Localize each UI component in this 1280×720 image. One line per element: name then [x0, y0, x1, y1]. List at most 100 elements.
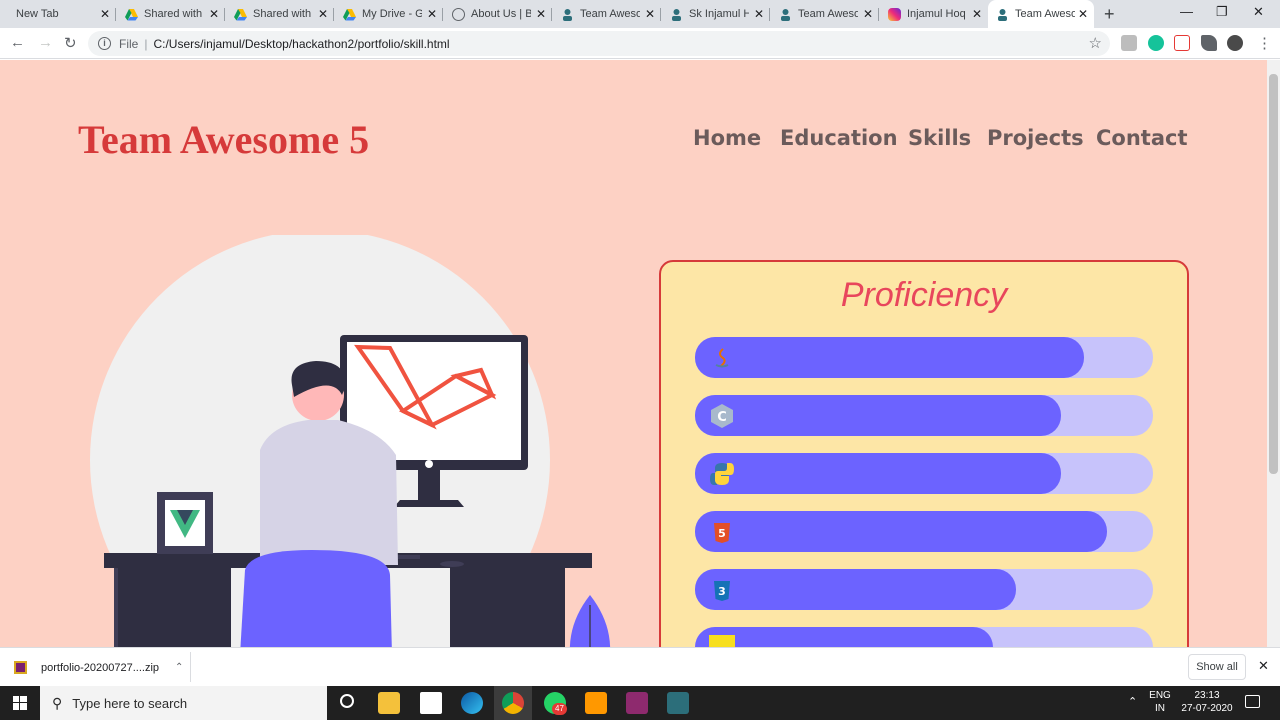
winrar-icon[interactable]	[626, 692, 648, 714]
close-icon[interactable]: ✕	[645, 7, 655, 21]
chevron-up-icon[interactable]: ⌃	[1128, 695, 1137, 708]
close-icon[interactable]: ✕	[318, 7, 328, 21]
nav-education[interactable]: Education	[780, 126, 898, 150]
reload-icon[interactable]: ↻	[64, 34, 77, 52]
close-icon[interactable]: ✕	[209, 7, 219, 21]
tab-shared-with-2[interactable]: Shared with ✕	[226, 0, 334, 28]
skill-bar-python	[695, 453, 1153, 494]
windows-start-icon[interactable]	[0, 686, 40, 720]
google-drive-icon	[234, 8, 247, 21]
nav-contact[interactable]: Contact	[1096, 126, 1188, 150]
clock-time: 23:13	[1194, 690, 1220, 701]
skill-bar-c: C	[695, 395, 1153, 436]
scrollbar-thumb[interactable]	[1269, 74, 1278, 474]
search-icon: ⚲	[52, 694, 63, 711]
html5-icon: 5	[714, 523, 730, 543]
new-tab-button[interactable]: +	[1104, 4, 1115, 25]
back-icon[interactable]: ←	[10, 34, 25, 51]
edge-icon[interactable]	[461, 692, 483, 714]
close-icon[interactable]: ✕	[863, 7, 873, 21]
grammarly-icon[interactable]	[1148, 35, 1164, 51]
tab-label: About Us | B	[471, 8, 531, 20]
developer-illustration	[90, 235, 611, 647]
skill-bar-fill	[695, 453, 1062, 494]
file-explorer-icon[interactable]	[378, 692, 400, 714]
search-placeholder: Type here to search	[72, 695, 188, 711]
tab-strip: New Tab ✕ Shared with ✕ Shared with ✕ My…	[0, 0, 1280, 28]
tab-label: Injamul Hoq	[907, 8, 966, 20]
c-lang-icon: C	[711, 404, 733, 428]
tab-new-tab[interactable]: New Tab ✕	[0, 0, 116, 28]
tab-sk-injamul[interactable]: Sk Injamul H ✕	[662, 0, 770, 28]
close-icon[interactable]: ✕	[972, 7, 982, 21]
close-icon[interactable]: ✕	[100, 7, 110, 21]
chevron-up-icon[interactable]: ⌃	[175, 662, 183, 673]
sublime-text-icon[interactable]	[585, 692, 607, 714]
tab-shared-with-1[interactable]: Shared with ✕	[117, 0, 225, 28]
close-icon[interactable]: ✕	[427, 7, 437, 21]
zip-archive-icon	[14, 661, 27, 674]
tab-label: Team Aweso	[1015, 8, 1075, 20]
language-indicator[interactable]: ENG IN	[1148, 689, 1172, 715]
download-filename[interactable]: portfolio-20200727....zip	[41, 662, 159, 674]
person-icon	[779, 8, 792, 21]
nav-skills[interactable]: Skills	[908, 126, 971, 150]
close-icon[interactable]: ✕	[1078, 7, 1088, 21]
skill-bar-fill	[695, 337, 1085, 378]
kebab-menu-icon[interactable]: ⋮	[1257, 34, 1272, 52]
notification-center-icon[interactable]	[1245, 695, 1260, 708]
clock[interactable]: 23:13 27-07-2020	[1176, 689, 1238, 715]
download-item[interactable]: portfolio-20200727....zip ⌃	[14, 661, 183, 674]
bookmark-star-icon[interactable]: ☆	[1089, 34, 1102, 52]
cortana-icon[interactable]	[340, 694, 354, 708]
skill-bar-java	[695, 337, 1153, 378]
tab-team-awesome-active[interactable]: Team Aweso ✕	[988, 0, 1094, 28]
skill-bar-css3: 3	[695, 569, 1153, 610]
address-bar[interactable]: i File | C:/Users/injamul/Desktop/hackat…	[88, 31, 1110, 56]
info-icon[interactable]: i	[98, 37, 111, 50]
windows-taskbar: ⚲ Type here to search 47 ⌃ ENG IN 23:13 …	[0, 686, 1280, 720]
taskbar-search[interactable]: ⚲ Type here to search	[40, 686, 327, 720]
flash-sale-extension-icon[interactable]	[1174, 35, 1190, 51]
tab-team-awesome-1[interactable]: Team Aweso ✕	[553, 0, 661, 28]
puzzle-extensions-icon[interactable]	[1201, 35, 1217, 51]
store-icon[interactable]	[420, 692, 442, 714]
globe-icon	[452, 7, 465, 21]
pdf-extension-icon[interactable]	[1121, 35, 1137, 51]
region-code: IN	[1155, 703, 1165, 714]
close-icon[interactable]: ✕	[536, 7, 546, 21]
skill-bar-fill	[695, 569, 1016, 610]
skill-bar-html5: 5	[695, 511, 1153, 552]
tab-label: Sk Injamul H	[689, 8, 749, 20]
scrollbar[interactable]	[1267, 60, 1280, 647]
close-icon[interactable]: ✕	[1258, 658, 1269, 674]
skill-bar-fill	[695, 395, 1062, 436]
forward-icon[interactable]: →	[38, 34, 53, 51]
chrome-icon[interactable]	[502, 692, 524, 714]
show-all-button[interactable]: Show all	[1188, 654, 1246, 680]
skill-bar-javascript	[695, 627, 1153, 647]
tab-label: New Tab	[16, 8, 59, 20]
url-text[interactable]: C:/Users/injamul/Desktop/hackathon2/port…	[153, 37, 449, 51]
app-icon[interactable]	[667, 692, 689, 714]
tab-my-drive[interactable]: My Drive - G ✕	[335, 0, 443, 28]
site-brand[interactable]: Team Awesome 5	[78, 116, 369, 163]
maximize-button[interactable]: ❐	[1216, 4, 1228, 20]
java-icon	[715, 348, 729, 368]
notification-badge: 47	[552, 703, 567, 715]
nav-projects[interactable]: Projects	[987, 126, 1084, 150]
tab-label: Team Aweso	[580, 8, 640, 20]
minimize-button[interactable]: —	[1180, 4, 1193, 19]
tab-instagram[interactable]: Injamul Hoq ✕	[880, 0, 988, 28]
nav-home[interactable]: Home	[693, 126, 761, 150]
css3-icon: 3	[714, 581, 730, 601]
person-icon	[561, 8, 574, 21]
tab-about-us[interactable]: About Us | B ✕	[444, 0, 552, 28]
close-icon[interactable]: ✕	[754, 7, 764, 21]
javascript-icon	[709, 635, 735, 647]
close-window-button[interactable]: ✕	[1253, 4, 1264, 20]
tab-team-awesome-2[interactable]: Team Aweso ✕	[771, 0, 879, 28]
person-icon	[670, 8, 683, 21]
person-icon	[996, 8, 1009, 21]
avatar[interactable]	[1227, 35, 1243, 51]
